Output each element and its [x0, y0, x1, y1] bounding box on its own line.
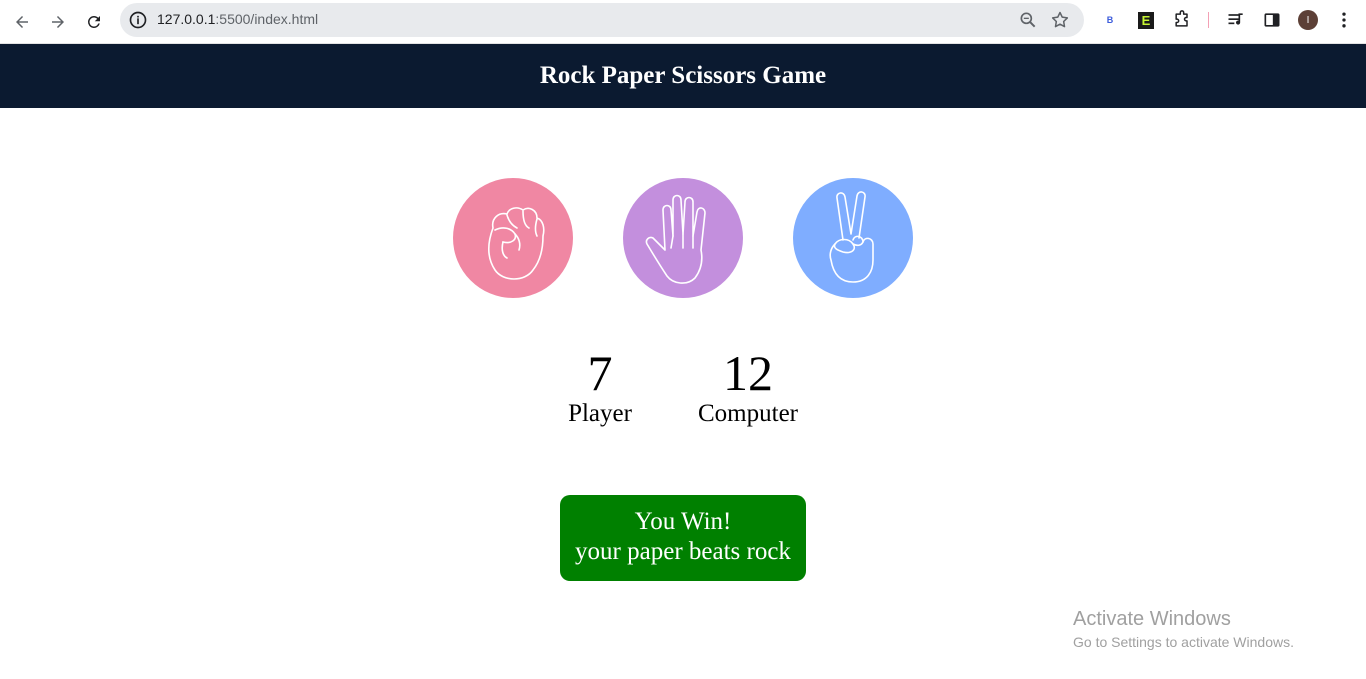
url-path: :5500/index.html	[215, 11, 319, 27]
profile-avatar[interactable]: I	[1298, 10, 1318, 30]
scissors-button[interactable]	[793, 178, 913, 298]
peace-hand-icon	[829, 191, 874, 283]
open-hand-icon	[645, 194, 706, 284]
media-control-icon[interactable]	[1226, 10, 1246, 30]
extension-b-icon[interactable]: B	[1100, 10, 1120, 30]
site-info-icon[interactable]	[128, 10, 148, 30]
page-header: Rock Paper Scissors Game	[0, 44, 1366, 108]
extensions-puzzle-icon[interactable]	[1172, 10, 1192, 30]
avatar-letter: I	[1306, 14, 1310, 26]
result-heading: You Win!	[634, 508, 732, 535]
url-text[interactable]: 127.0.0.1:5500/index.html	[157, 11, 318, 27]
url-host: 127.0.0.1	[157, 11, 216, 27]
address-bar[interactable]: 127.0.0.1:5500/index.html	[120, 3, 1084, 37]
computer-score: 12 Computer	[688, 345, 808, 429]
bookmark-star-icon[interactable]	[1050, 10, 1070, 30]
reload-icon	[87, 15, 100, 28]
zoom-icon[interactable]	[1018, 10, 1038, 30]
reload-button[interactable]	[80, 8, 108, 36]
player-score-value: 7	[587, 345, 613, 401]
toolbar-divider	[1208, 12, 1209, 28]
extension-b-label: B	[1106, 15, 1114, 25]
extension-e-icon[interactable]: E	[1136, 10, 1156, 30]
player-score-label: Player	[568, 400, 632, 427]
player-score: 7 Player	[560, 345, 640, 429]
extension-e-label: E	[1138, 11, 1154, 29]
fist-icon	[487, 207, 545, 280]
computer-score-value: 12	[723, 345, 773, 401]
forward-button[interactable]	[44, 8, 72, 36]
paper-button[interactable]	[623, 178, 743, 298]
watermark-subtitle: Go to Settings to activate Windows.	[1073, 634, 1294, 650]
rock-button[interactable]	[453, 178, 573, 298]
forward-arrow-icon	[52, 16, 64, 28]
watermark-title: Activate Windows	[1073, 608, 1231, 630]
browser-toolbar: 127.0.0.1:5500/index.html B E I	[0, 0, 1366, 44]
windows-activation-watermark: Activate Windows Go to Settings to activ…	[1073, 607, 1294, 651]
browser-menu-icon[interactable]	[1334, 10, 1354, 30]
back-arrow-icon	[16, 16, 28, 28]
side-panel-icon[interactable]	[1262, 10, 1282, 30]
result-message: You Win! your paper beats rock	[560, 495, 806, 581]
result-detail: your paper beats rock	[575, 538, 791, 565]
back-button[interactable]	[8, 8, 36, 36]
computer-score-label: Computer	[698, 400, 798, 427]
page-title: Rock Paper Scissors Game	[539, 62, 827, 89]
